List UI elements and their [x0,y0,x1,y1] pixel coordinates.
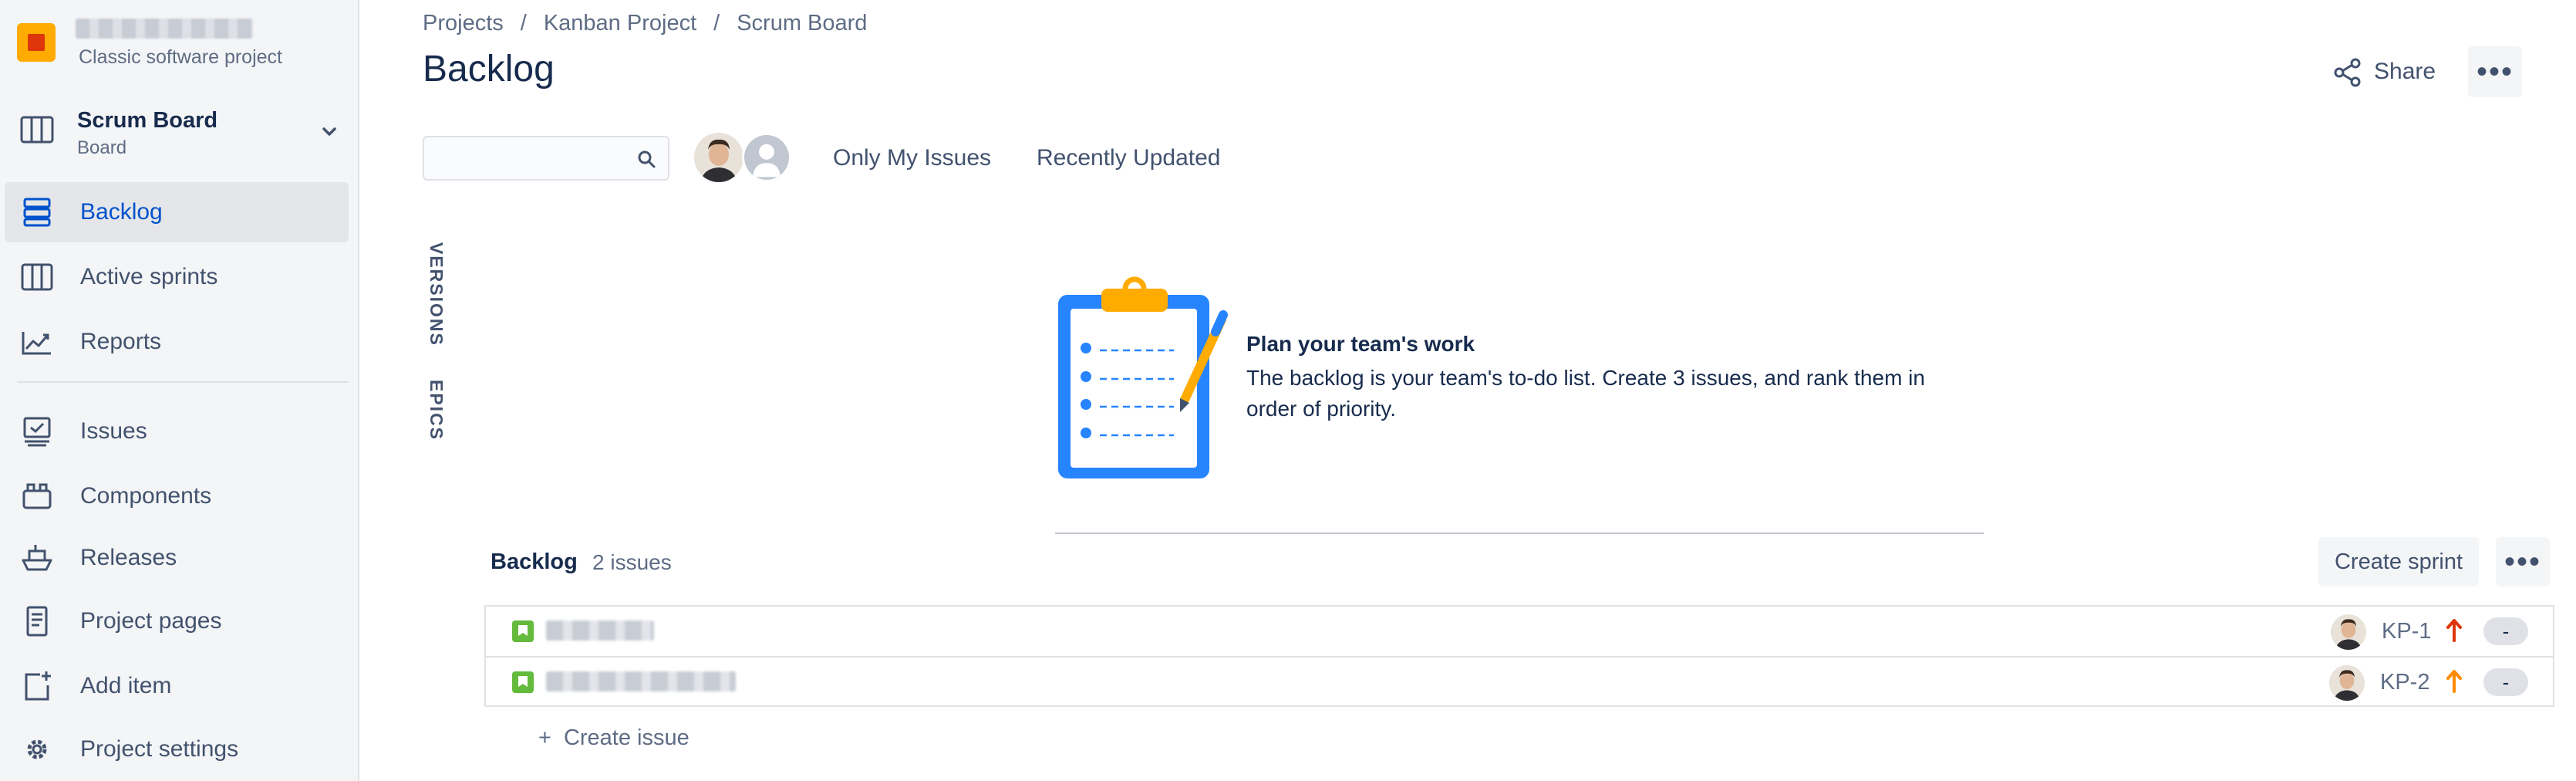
unassigned-avatar[interactable] [742,133,791,182]
board-icon [20,116,54,144]
user-avatar-icon [2329,665,2365,701]
gear-icon [27,739,47,759]
recently-updated-filter[interactable]: Recently Updated [1037,145,1220,171]
table-row[interactable]: KP-1 - [486,607,2553,656]
sidebar-item-add-item[interactable]: Add item [5,656,349,716]
backlog-section-title: Backlog [491,549,578,574]
priority-medium-icon [2446,670,2462,693]
create-sprint-button[interactable]: Create sprint [2318,537,2479,587]
more-icon: ••• [2504,545,2542,579]
share-icon [2334,58,2361,87]
sidebar-item-label: Active sprints [80,264,218,289]
sidebar-item-label: Releases [80,545,177,570]
search-input[interactable] [423,136,669,181]
chart-line-icon [22,332,51,355]
sidebar-item-active-sprints[interactable]: Active sprints [5,247,349,307]
ship-icon [22,545,52,571]
project-name-redacted [76,19,253,39]
page-title: Backlog [423,49,555,90]
create-issue-button[interactable]: + Create issue [538,725,690,751]
table-row[interactable]: KP-2 - [486,656,2553,707]
sidebar-item-label: Add item [80,673,172,698]
sidebar-item-label: Project pages [80,608,222,634]
user-avatar-icon [2331,614,2366,650]
user-avatar-icon [694,133,743,182]
project-header[interactable]: Classic software project [17,19,341,73]
project-logo [17,23,56,62]
issue-summary-redacted[interactable] [546,620,654,641]
sidebar-item-label: Issues [80,418,147,444]
share-label: Share [2374,59,2436,84]
share-button[interactable]: Share [2332,52,2440,93]
assignee-avatar[interactable] [2331,614,2366,650]
empty-state-text: The backlog is your team's to-do list. C… [1246,366,1925,421]
sidebar-item-label: Reports [80,329,162,354]
create-issue-label: Create issue [563,725,690,750]
clipboard-illustration [1058,276,1228,478]
sidebar-item-reports[interactable]: Reports [5,312,349,372]
project-type: Classic software project [79,46,282,68]
sidebar-item-label: Components [80,483,212,509]
epics-tab[interactable]: EPICS [426,380,447,441]
breadcrumb-separator: / [713,11,720,36]
page-icon [26,606,48,637]
sidebar-item-project-settings[interactable]: Project settings [5,719,349,779]
backlog-issue-list: KP-1 - KP-2 - [484,605,2554,707]
board-subtitle: Board [77,137,127,158]
sidebar-item-label: Project settings [80,736,239,762]
issue-summary-redacted[interactable] [546,671,736,691]
sidebar-item-components[interactable]: Components [5,466,349,526]
breadcrumb-kanban-project[interactable]: Kanban Project [544,11,696,36]
board-title: Scrum Board [77,108,218,133]
columns-icon [21,263,53,291]
story-points-badge[interactable]: - [2483,617,2528,645]
sidebar-item-issues[interactable]: Issues [5,401,349,462]
sidebar-item-label: Backlog [80,199,163,225]
project-sidebar: Classic software project Scrum Board Boa… [0,0,359,781]
story-icon [512,671,534,693]
issue-key[interactable]: KP-2 [2380,670,2429,695]
backlog-issue-count: 2 issues [592,550,672,574]
breadcrumb-scrum-board[interactable]: Scrum Board [737,11,867,36]
avatar[interactable] [694,133,743,182]
sidebar-divider [17,381,349,383]
issues-icon [23,417,51,447]
issue-key[interactable]: KP-1 [2382,619,2431,644]
sidebar-item-project-pages[interactable]: Project pages [5,591,349,651]
section-divider [1055,532,1984,534]
board-switcher[interactable]: Scrum Board Board [17,99,341,161]
assignee-avatar[interactable] [2329,665,2365,701]
empty-state-title: Plan your team's work [1246,332,1475,356]
add-item-icon [25,671,51,701]
search-icon [638,150,656,168]
sidebar-item-releases[interactable]: Releases [5,528,349,588]
person-icon [744,135,789,180]
page-more-actions-button[interactable]: ••• [2468,46,2522,97]
sidebar-item-backlog[interactable]: Backlog [5,182,349,242]
component-icon [22,483,52,509]
only-my-issues-filter[interactable]: Only My Issues [833,145,991,171]
backlog-more-actions-button[interactable]: ••• [2496,537,2550,587]
plus-icon: + [538,725,551,750]
breadcrumb: Projects / Kanban Project / Scrum Board [423,11,867,36]
priority-high-icon [2446,619,2462,642]
breadcrumb-projects[interactable]: Projects [423,11,504,36]
breadcrumb-separator: / [520,11,527,36]
more-icon: ••• [2476,55,2514,89]
story-icon [512,620,534,642]
versions-tab[interactable]: VERSIONS [426,242,447,347]
backlog-icon [23,198,51,227]
chevron-down-icon [322,127,336,136]
story-points-badge[interactable]: - [2483,668,2528,696]
